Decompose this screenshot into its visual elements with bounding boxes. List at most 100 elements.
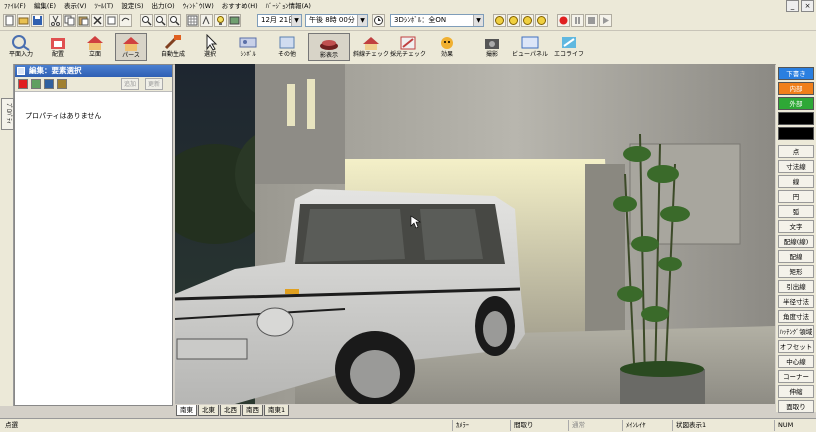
slope-check-label: 斜線チェック [353,51,390,58]
auto-generate-label: 自動生成 [160,51,185,58]
perspective-button[interactable]: パース [115,33,147,61]
view-panel-button[interactable]: ビューパネル [512,33,548,61]
tool-angle-dim[interactable]: 角度寸法 [778,310,814,323]
tool-dimension[interactable]: 寸法線 [778,160,814,173]
eco-life-icon [559,34,579,51]
lightbulb-icon[interactable] [214,14,227,27]
clock-icon[interactable] [372,14,385,27]
color-black-button-2[interactable] [778,127,814,140]
cut-icon[interactable] [49,14,62,27]
property-side-tab[interactable]: ﾌﾟﾛﾊﾟﾃｨ [1,98,14,130]
elevation-button[interactable]: 立面 [81,33,109,61]
elevation-icon [85,34,105,51]
date-select[interactable]: 12月 21日 ▼ [257,14,302,27]
open-folder-icon[interactable] [17,14,30,27]
tab-southeast-1[interactable]: 南東1 [264,405,290,416]
copy-icon[interactable] [63,14,76,27]
color-draft-button[interactable]: 下書き [778,67,814,80]
rotate-icon[interactable] [493,14,506,27]
add-button[interactable]: 追加 [121,78,140,90]
menu-file[interactable]: ﾌｧｲﾙ(F) [0,0,30,12]
record-icon[interactable] [18,79,28,89]
tab-northeast[interactable]: 北東 [198,405,219,416]
color-black-button-1[interactable] [778,112,814,125]
tab-southwest[interactable]: 南西 [242,405,263,416]
zoom-icon[interactable] [154,14,167,27]
pause-icon[interactable] [571,14,584,27]
tool-stretch[interactable]: 伸縮 [778,385,814,398]
menu-version[interactable]: ﾊﾞｰｼﾞｮﾝ情報(A) [262,0,315,12]
undo-icon[interactable] [105,14,118,27]
minimize-icon[interactable]: _ [786,0,799,12]
color-exterior-button[interactable]: 外部 [778,97,814,110]
menu-settings[interactable]: 設定(S) [117,0,147,12]
redo-icon[interactable] [119,14,132,27]
other-button[interactable]: その他 [272,33,302,61]
menu-recommend[interactable]: おすすめ(H) [218,0,262,12]
tool-circle[interactable]: 円 [778,190,814,203]
perspective-viewport[interactable] [175,64,775,404]
stop-icon[interactable] [585,14,598,27]
tool-center-line[interactable]: 中心線 [778,355,814,368]
tool-hatch-area[interactable]: ﾊｯﾁﾝｸﾞ領域 [778,325,814,338]
time-select[interactable]: 午後 8時 00分 ▼ [305,14,368,27]
pan-icon[interactable] [507,14,520,27]
place-icon [48,34,68,51]
shadow-button[interactable]: 影表示 [308,33,350,61]
record-icon[interactable] [557,14,570,27]
color-interior-button[interactable]: 内部 [778,82,814,95]
menu-tools[interactable]: ﾂｰﾙ(T) [91,0,118,12]
close-icon[interactable]: × [801,0,814,12]
tool-arc[interactable]: 弧 [778,205,814,218]
tool-text[interactable]: 文字 [778,220,814,233]
snap-icon[interactable] [200,14,213,27]
menu-window[interactable]: ｳｨﾝﾄﾞｳ(W) [179,0,218,12]
menu-view[interactable]: 表示(V) [60,0,91,12]
table-icon[interactable] [44,79,54,89]
rendered-scene [175,64,775,404]
tool-chamfer[interactable]: 面取り [778,400,814,413]
tool-wiring-line[interactable]: 配線(線) [778,235,814,248]
eco-life-button[interactable]: エコライフ [552,33,586,61]
tab-southeast[interactable]: 南東 [176,405,197,416]
photo-icon[interactable] [228,14,241,27]
zoom-out-icon[interactable] [168,14,181,27]
tool-wiring[interactable]: 配線 [778,250,814,263]
new-file-icon[interactable] [3,14,16,27]
symbol-button[interactable]: ｼﾝﾎﾞﾙ [230,33,266,61]
tab-northwest[interactable]: 北西 [220,405,241,416]
camera-button[interactable]: 撮影 [478,33,506,61]
paste-icon[interactable] [77,14,90,27]
menu-output[interactable]: 出力(O) [148,0,179,12]
save-icon[interactable] [31,14,44,27]
tool-leader-line[interactable]: 引出線 [778,280,814,293]
tool-offset[interactable]: オフセット [778,340,814,353]
slope-check-button[interactable]: 斜線チェック [353,33,389,61]
tool-radius-dim[interactable]: 半径寸法 [778,295,814,308]
move-icon[interactable] [521,14,534,27]
grid-icon[interactable] [186,14,199,27]
select-button[interactable]: 選択 [198,33,222,61]
lighting-check-icon [398,34,418,51]
copy-props-icon[interactable] [57,79,67,89]
left-side-tabs: ﾌﾟﾛﾊﾟﾃｨ [0,64,14,406]
3d-symbol-select[interactable]: 3Dｼﾝﾎﾞﾙ：全ON ▼ [390,14,484,27]
effect-button[interactable]: 効果 [432,33,462,61]
tool-point[interactable]: 点 [778,145,814,158]
tool-rectangle[interactable]: 矩形 [778,265,814,278]
delete-icon[interactable] [91,14,104,27]
slope-check-icon [361,34,381,51]
zoom-in-icon[interactable] [140,14,153,27]
plan-input-button[interactable]: 平面入力 [5,33,37,61]
orbit-icon[interactable] [535,14,548,27]
tool-corner[interactable]: コーナー [778,370,814,383]
play-icon[interactable] [599,14,612,27]
update-button[interactable]: 更新 [145,78,164,90]
perspective-icon [121,35,141,52]
layer-icon[interactable] [31,79,41,89]
menu-edit[interactable]: 編集(E) [30,0,60,12]
place-button[interactable]: 配置 [44,33,72,61]
auto-generate-button[interactable]: 自動生成 [156,33,190,61]
lighting-check-button[interactable]: 採光チェック [390,33,426,61]
tool-line[interactable]: 線 [778,175,814,188]
